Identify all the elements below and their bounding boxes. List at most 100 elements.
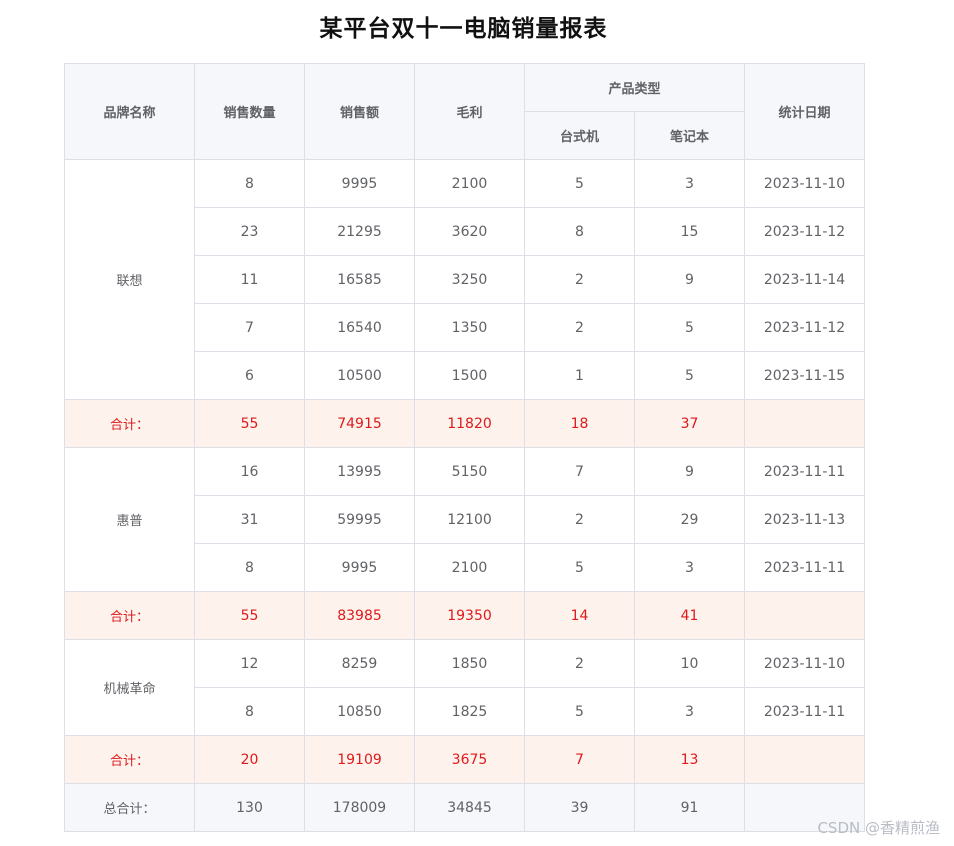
grand-total-profit-cell: 34845 (414, 783, 525, 832)
subtotal-row: 合计： 20 19109 3675 7 13 (64, 735, 866, 784)
profit-cell: 2100 (414, 543, 525, 592)
subtotal-laptop-cell: 37 (633, 399, 746, 448)
subtotal-date-cell (744, 591, 866, 640)
qty-cell: 8 (194, 687, 305, 736)
qty-cell: 8 (194, 543, 305, 592)
amount-cell: 16585 (304, 255, 415, 304)
header-product-type: 产品类型 (523, 63, 746, 112)
amount-cell: 13995 (304, 447, 415, 496)
laptop-cell: 5 (633, 351, 746, 400)
date-cell: 2023-11-14 (744, 255, 866, 304)
subtotal-desktop-cell: 14 (524, 591, 635, 640)
laptop-cell: 29 (633, 495, 746, 544)
qty-cell: 11 (194, 255, 305, 304)
table-body: 联想 8 9995 2100 5 3 2023-11-10 23 21295 3620 8 15 202… (64, 159, 866, 832)
desktop-cell: 5 (524, 687, 635, 736)
amount-cell: 9995 (304, 159, 415, 208)
subtotal-profit-cell: 19350 (414, 591, 525, 640)
subtotal-amount-cell: 83985 (304, 591, 415, 640)
grand-total-amount-cell: 178009 (304, 783, 415, 832)
date-cell: 2023-11-11 (744, 543, 866, 592)
laptop-cell: 15 (633, 207, 746, 256)
page-title: 某平台双十一电脑销量报表 (319, 16, 608, 42)
brand-cell: 联想 (64, 159, 195, 400)
brand-cell: 机械革命 (64, 639, 195, 736)
qty-cell: 8 (194, 159, 305, 208)
table-header: 品牌名称 销售数量 销售额 毛利 产品类型 统计日期 台式机 笔记本 (64, 63, 866, 160)
date-cell: 2023-11-12 (744, 303, 866, 352)
date-cell: 2023-11-12 (744, 207, 866, 256)
table-row: 惠普 16 13995 5150 7 9 2023-11-11 (64, 447, 866, 592)
laptop-cell: 3 (633, 543, 746, 592)
header-amount: 销售额 (304, 63, 415, 160)
qty-cell: 23 (194, 207, 305, 256)
header-date: 统计日期 (744, 63, 866, 160)
qty-cell: 6 (194, 351, 305, 400)
grand-total-qty-cell: 130 (194, 783, 305, 832)
laptop-cell: 9 (633, 255, 746, 304)
amount-cell: 9995 (304, 543, 415, 592)
subtotal-qty-cell: 55 (194, 399, 305, 448)
desktop-cell: 1 (524, 351, 635, 400)
desktop-cell: 2 (524, 495, 635, 544)
profit-cell: 1825 (414, 687, 525, 736)
desktop-cell: 2 (524, 303, 635, 352)
profit-cell: 1500 (414, 351, 525, 400)
table-row: 机械革命 12 8259 1850 2 10 2023-11-10 (64, 639, 866, 736)
amount-cell: 10500 (304, 351, 415, 400)
desktop-cell: 5 (524, 159, 635, 208)
header-row: 品牌名称 销售数量 销售额 毛利 产品类型 统计日期 (64, 63, 866, 160)
subtotal-date-cell (744, 399, 866, 448)
profit-cell: 1350 (414, 303, 525, 352)
sales-report-table: 品牌名称 销售数量 销售额 毛利 产品类型 统计日期 台式机 笔记本 联想 8 99… (64, 63, 866, 832)
date-cell: 2023-11-10 (744, 159, 866, 208)
profit-cell: 12100 (414, 495, 525, 544)
subtotal-label: 合计： (64, 399, 195, 448)
qty-cell: 7 (194, 303, 305, 352)
subtotal-desktop-cell: 7 (524, 735, 635, 784)
desktop-cell: 2 (524, 639, 635, 688)
subtotal-date-cell (744, 735, 866, 784)
subtotal-row: 合计： 55 74915 11820 18 37 (64, 399, 866, 448)
amount-cell: 16540 (304, 303, 415, 352)
laptop-cell: 9 (633, 447, 746, 496)
amount-cell: 21295 (304, 207, 415, 256)
laptop-cell: 3 (633, 159, 746, 208)
subtotal-amount-cell: 74915 (304, 399, 415, 448)
date-cell: 2023-11-10 (744, 639, 866, 688)
amount-cell: 10850 (304, 687, 415, 736)
desktop-cell: 2 (524, 255, 635, 304)
date-cell: 2023-11-11 (744, 447, 866, 496)
date-cell: 2023-11-11 (744, 687, 866, 736)
subtotal-label: 合计： (64, 735, 195, 784)
amount-cell: 8259 (304, 639, 415, 688)
header-qty: 销售数量 (194, 63, 305, 160)
profit-cell: 3250 (414, 255, 525, 304)
laptop-cell: 10 (633, 639, 746, 688)
grand-total-label: 总合计： (64, 783, 195, 832)
subtotal-row: 合计： 55 83985 19350 14 41 (64, 591, 866, 640)
header-laptop: 笔记本 (633, 111, 746, 160)
subtotal-profit-cell: 3675 (414, 735, 525, 784)
grand-total-laptop-cell: 91 (633, 783, 746, 832)
laptop-cell: 5 (633, 303, 746, 352)
subtotal-qty-cell: 20 (194, 735, 305, 784)
grand-total-row: 总合计： 130 178009 34845 39 91 (64, 783, 866, 832)
subtotal-qty-cell: 55 (194, 591, 305, 640)
subtotal-laptop-cell: 13 (633, 735, 746, 784)
profit-cell: 1850 (414, 639, 525, 688)
profit-cell: 5150 (414, 447, 525, 496)
subtotal-label: 合计： (64, 591, 195, 640)
amount-cell: 59995 (304, 495, 415, 544)
grand-total-desktop-cell: 39 (524, 783, 635, 832)
header-profit: 毛利 (414, 63, 525, 160)
header-brand: 品牌名称 (64, 63, 195, 160)
date-cell: 2023-11-15 (744, 351, 866, 400)
desktop-cell: 8 (524, 207, 635, 256)
date-cell: 2023-11-13 (744, 495, 866, 544)
qty-cell: 16 (194, 447, 305, 496)
subtotal-amount-cell: 19109 (304, 735, 415, 784)
subtotal-profit-cell: 11820 (414, 399, 525, 448)
brand-cell: 惠普 (64, 447, 195, 592)
subtotal-desktop-cell: 18 (524, 399, 635, 448)
